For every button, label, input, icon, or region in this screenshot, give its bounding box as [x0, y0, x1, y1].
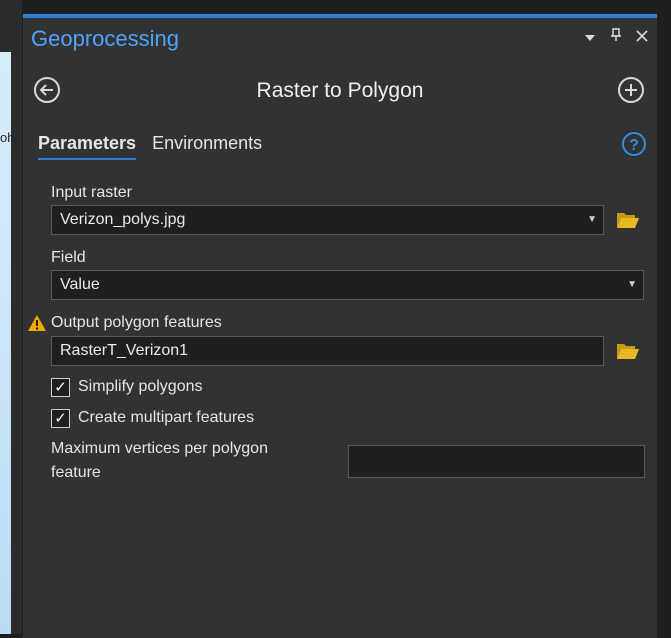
multipart-features-checkbox[interactable]: ✓ — [51, 409, 70, 428]
multipart-features-label: Create multipart features — [78, 409, 255, 426]
open-folder-icon[interactable] — [616, 341, 640, 361]
map-view-topbar — [0, 0, 22, 26]
max-vertices-input[interactable] — [348, 445, 645, 478]
tab-environments[interactable]: Environments — [152, 133, 262, 160]
open-folder-icon[interactable] — [616, 210, 640, 230]
map-label-fragment: oh — [0, 130, 15, 145]
field-value: Value — [60, 276, 100, 293]
tool-tabs: Parameters Environments — [38, 133, 262, 160]
pane-titlebar: Geoprocessing — [23, 18, 657, 58]
geoprocessing-pane: Geoprocessing Raster to Polygon Paramete… — [23, 14, 657, 638]
simplify-polygons-checkbox[interactable]: ✓ — [51, 378, 70, 397]
help-question-icon[interactable]: ? — [621, 131, 647, 157]
max-vertices-label-cont: feature — [51, 464, 101, 481]
field-label: Field — [51, 249, 86, 266]
input-raster-dropdown[interactable]: Verizon_polys.jpg ▼ — [51, 205, 604, 235]
warning-triangle-icon[interactable] — [27, 314, 47, 332]
svg-text:?: ? — [629, 137, 639, 154]
pane-title: Geoprocessing — [31, 26, 179, 51]
field-dropdown[interactable]: Value ▼ — [51, 270, 644, 300]
tab-parameters[interactable]: Parameters — [38, 133, 137, 160]
window-controls — [583, 28, 649, 45]
output-features-input[interactable]: RasterT_Verizon1 — [51, 336, 604, 366]
tool-header: Raster to Polygon — [23, 76, 657, 116]
tool-title: Raster to Polygon — [256, 79, 424, 102]
chevron-down-icon: ▼ — [627, 279, 637, 290]
input-raster-value: Verizon_polys.jpg — [60, 211, 186, 228]
pin-icon[interactable] — [609, 28, 623, 45]
input-raster-label: Input raster — [51, 184, 132, 201]
close-icon[interactable] — [635, 29, 649, 45]
output-features-label: Output polygon features — [51, 314, 222, 331]
output-features-value: RasterT_Verizon1 — [60, 342, 189, 359]
simplify-polygons-label: Simplify polygons — [78, 378, 203, 395]
chevron-down-icon: ▼ — [587, 214, 597, 225]
dropdown-menu-icon[interactable] — [583, 29, 597, 45]
max-vertices-label: Maximum vertices per polygon — [51, 440, 268, 457]
plus-circle-icon[interactable] — [617, 76, 645, 104]
map-view-strip: oh — [0, 0, 22, 634]
